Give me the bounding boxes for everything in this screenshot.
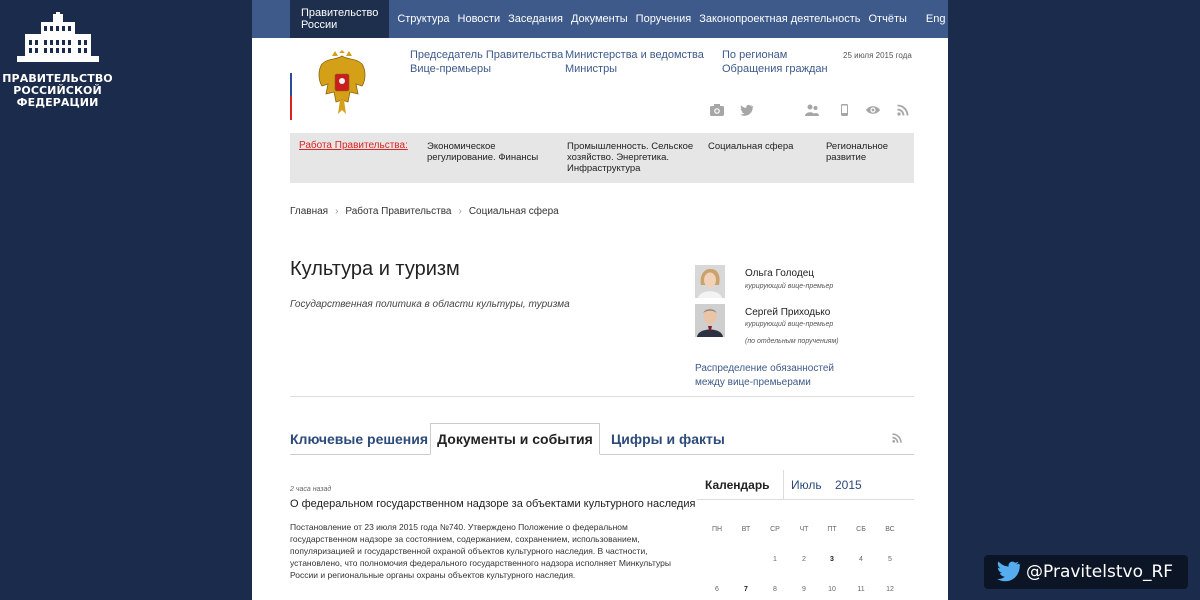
calendar-year-select[interactable]: 2015 xyxy=(835,478,862,492)
duties-link-line: между вице-премьерами xyxy=(695,377,811,388)
calendar-label: Календарь xyxy=(705,478,770,492)
calendar-weekday: СР xyxy=(770,526,780,533)
link-ministries[interactable]: Министерства и ведомства xyxy=(565,48,704,62)
avatar[interactable] xyxy=(695,304,725,337)
curator-note: (по отдельным поручениям) xyxy=(745,338,839,345)
main-content: Правительство России Структура Новости З… xyxy=(252,0,948,600)
tab-documents-events[interactable]: Документы и события xyxy=(430,423,600,455)
calendar-weekday: ПН xyxy=(711,526,723,533)
breadcrumb-government-work[interactable]: Работа Правительства xyxy=(345,206,451,217)
tabs-underline xyxy=(290,454,914,455)
link-ministers[interactable]: Министры xyxy=(565,62,704,76)
users-icon[interactable] xyxy=(805,104,819,116)
calendar-weekday: ПТ xyxy=(827,526,837,533)
flag-stripe xyxy=(290,50,292,120)
calendar-day[interactable]: 1 xyxy=(761,556,789,563)
calendar-day[interactable]: 3 xyxy=(818,556,846,563)
breadcrumb-chevron-icon: › xyxy=(458,206,462,217)
work-item-economy[interactable]: Экономическое регулирование. Финансы xyxy=(427,141,547,163)
calendar-weekday: ВС xyxy=(885,526,895,533)
calendar-day[interactable]: 6 xyxy=(703,586,731,593)
link-citizen-appeals[interactable]: Обращения граждан xyxy=(722,62,828,76)
duties-link-line: Распределение обязанностей xyxy=(695,363,834,374)
page-title: Культура и туризм xyxy=(290,258,460,280)
work-item-social[interactable]: Социальная сфера xyxy=(708,141,808,152)
breadcrumb-chevron-icon: › xyxy=(335,206,339,217)
nav-item-structure[interactable]: Структура xyxy=(397,13,449,25)
divider xyxy=(290,396,914,397)
duties-distribution-link[interactable]: Распределение обязанностей между вице-пр… xyxy=(695,362,834,390)
mobile-icon[interactable] xyxy=(837,104,851,116)
nav-item-reports[interactable]: Отчёты xyxy=(869,13,907,25)
brand-block[interactable]: ПРАВИТЕЛЬСТВО РОССИЙСКОЙ ФЕДЕРАЦИИ xyxy=(0,0,115,109)
tab-facts-figures[interactable]: Цифры и факты xyxy=(611,431,725,447)
divider xyxy=(783,470,784,500)
calendar-weekday: СБ xyxy=(856,526,866,533)
portrait-golodets-icon xyxy=(695,265,725,298)
twitter-icon[interactable] xyxy=(740,104,754,116)
government-work-bar: Работа Правительства: Экономическое регу… xyxy=(290,133,914,183)
calendar-day[interactable]: 10 xyxy=(818,586,846,593)
twitter-bird-icon xyxy=(997,561,1020,582)
calendar-day[interactable]: 7 xyxy=(732,586,760,593)
breadcrumb: Главная › Работа Правительства › Социаль… xyxy=(290,206,559,217)
calendar-day[interactable]: 5 xyxy=(876,556,904,563)
news-timestamp: 2 часа назад xyxy=(290,486,332,493)
calendar-day[interactable]: 9 xyxy=(790,586,818,593)
language-switch[interactable]: Eng xyxy=(926,13,946,25)
nav-item-documents[interactable]: Документы xyxy=(571,13,628,25)
calendar-day[interactable]: 8 xyxy=(761,586,789,593)
calendar-day[interactable]: 12 xyxy=(876,586,904,593)
news-body: Постановление от 23 июля 2015 года №740.… xyxy=(290,522,671,580)
breadcrumb-home[interactable]: Главная xyxy=(290,206,328,217)
nav-home-link[interactable]: Правительство России xyxy=(290,0,390,38)
link-deputy-premiers[interactable]: Вице-премьеры xyxy=(410,62,563,76)
nav-item-meetings[interactable]: Заседания xyxy=(508,13,563,25)
nav-item-news[interactable]: Новости xyxy=(458,13,501,25)
rss-icon[interactable] xyxy=(897,104,911,116)
government-building-icon xyxy=(16,12,99,62)
portrait-prikhodko-icon xyxy=(695,304,725,337)
curator-role: курирующий вице-премьер xyxy=(745,283,834,290)
calendar-header: Календарь Июль 2015 xyxy=(697,470,914,500)
avatar[interactable] xyxy=(695,265,725,298)
nav-item-legislation[interactable]: Законопроектная деятельность xyxy=(699,13,860,25)
camera-icon[interactable] xyxy=(710,104,724,116)
header-links-col1: Председатель Правительства Вице-премьеры xyxy=(410,48,563,76)
work-item-regional[interactable]: Региональное развитие xyxy=(826,141,906,163)
brand-line: ФЕДЕРАЦИИ xyxy=(16,96,99,109)
link-chairman[interactable]: Председатель Правительства xyxy=(410,48,563,62)
curator-name[interactable]: Сергей Приходько xyxy=(745,307,830,318)
work-item-industry[interactable]: Промышленность. Сельское хозяйство. Энер… xyxy=(567,141,697,174)
page-subtitle: Государственная политика в области культ… xyxy=(290,299,570,310)
current-date: 25 июля 2015 года xyxy=(843,51,912,60)
rss-icon[interactable] xyxy=(892,432,904,444)
curator-name[interactable]: Ольга Голодец xyxy=(745,268,814,279)
calendar-weekday: ЧТ xyxy=(799,526,809,533)
breadcrumb-social-sphere[interactable]: Социальная сфера xyxy=(469,206,559,217)
calendar-day[interactable]: 2 xyxy=(790,556,818,563)
work-title-link[interactable]: Работа Правительства: xyxy=(299,140,408,151)
header-links-col2: Министерства и ведомства Министры xyxy=(565,48,704,76)
nav-item-instructions[interactable]: Поручения xyxy=(636,13,692,25)
header-links-col3: По регионам Обращения граждан xyxy=(722,48,828,76)
brand-title: ПРАВИТЕЛЬСТВО РОССИЙСКОЙ ФЕДЕРАЦИИ xyxy=(0,73,115,109)
twitter-badge[interactable]: @Pravitelstvo_RF xyxy=(984,555,1188,589)
twitter-handle: @Pravitelstvo_RF xyxy=(1026,562,1174,582)
calendar-weekday: ВТ xyxy=(741,526,751,533)
calendar-day[interactable]: 11 xyxy=(847,586,875,593)
curator-role: курирующий вице-премьер xyxy=(745,321,834,328)
tab-key-decisions[interactable]: Ключевые решения xyxy=(290,431,428,447)
calendar-month-select[interactable]: Июль xyxy=(791,478,822,492)
eye-icon[interactable] xyxy=(866,104,880,116)
top-navigation: Правительство России Структура Новости З… xyxy=(252,0,948,38)
calendar-day[interactable]: 4 xyxy=(847,556,875,563)
coat-of-arms-icon[interactable] xyxy=(314,50,370,120)
link-regions[interactable]: По регионам xyxy=(722,48,828,62)
news-title-link[interactable]: О федеральном государственном надзоре за… xyxy=(290,498,695,510)
